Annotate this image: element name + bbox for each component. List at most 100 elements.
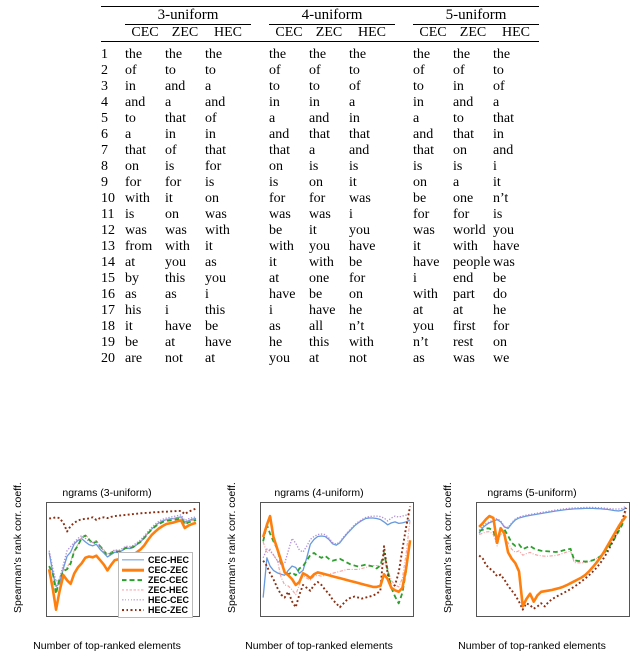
ngram-table-container: 3-uniform 4-uniform 5-uniform CEC ZEC HE… (0, 0, 640, 367)
legend-item[interactable]: HEC-CEC (122, 595, 189, 605)
column-gap (395, 303, 413, 319)
column-gap (395, 127, 413, 143)
x-tick-mark (501, 616, 502, 617)
group-title-3uniform: 3-uniform (125, 6, 251, 25)
header-g2-zec: ZEC (309, 24, 349, 42)
table-cell: his (125, 303, 142, 318)
plot-area: 0.750.800.850.900.9510²10³10⁴ (260, 502, 414, 617)
table-cell: is (269, 175, 279, 190)
table-cell: first (453, 319, 476, 334)
x-tick-mark (341, 616, 342, 617)
table-cell: in (125, 79, 136, 94)
table-cell: of (453, 63, 465, 78)
table-cell: with (269, 239, 294, 254)
series-line-hec-zec (262, 506, 412, 609)
table-cell: you (205, 271, 226, 286)
table-cell: in (453, 79, 464, 94)
table-cell: that (413, 143, 434, 158)
x-tick-mark (310, 616, 311, 617)
series-line-cec-zec (261, 514, 412, 594)
table-cell: for (205, 159, 222, 174)
table-cell: is (309, 159, 319, 174)
legend-swatch-icon (122, 595, 144, 605)
table-cell: i (205, 287, 209, 302)
column-gap (251, 255, 269, 271)
table-row: 11 is on was was was i for for is (101, 207, 539, 223)
table-cell: to (309, 79, 320, 94)
table-cell: is (413, 159, 423, 174)
x-tick-mark (581, 616, 582, 617)
table-cell: was (453, 351, 475, 366)
table-cell: you (269, 351, 290, 366)
column-gap (251, 351, 269, 367)
x-tick-mark (49, 616, 50, 617)
legend-item[interactable]: ZEC-CEC (122, 575, 189, 585)
table-row: 10 with it on for for was be one n’t (101, 191, 539, 207)
x-tick-mark (199, 616, 200, 617)
ngram-table: 3-uniform 4-uniform 5-uniform CEC ZEC HE… (101, 6, 539, 367)
x-tick-mark (371, 616, 372, 617)
column-gap (251, 127, 269, 143)
table-cell: be (125, 335, 139, 350)
table-cell: the (453, 47, 471, 62)
legend-label: CEC-ZEC (148, 565, 188, 575)
table-cell: to (349, 63, 360, 78)
column-gap (251, 143, 269, 159)
table-cell: that (269, 143, 290, 158)
table-cell: be (493, 271, 507, 286)
legend-item[interactable]: CEC-ZEC (122, 565, 189, 575)
table-cell: with (309, 255, 334, 270)
table-cell: he (349, 303, 363, 318)
table-cell: the (349, 47, 367, 62)
x-tick-mark (74, 616, 75, 617)
table-cell: be (309, 287, 323, 302)
legend-item[interactable]: HEC-ZEC (122, 605, 189, 615)
x-tick-mark (552, 616, 553, 617)
table-cell: you (413, 319, 434, 334)
chart-5uniform: ngrams (5-uniform) Spearman's rank corr.… (424, 480, 640, 652)
table-cell: as (125, 287, 137, 302)
table-cell: as (269, 319, 281, 334)
table-cell: end (453, 271, 474, 286)
table-cell: for (309, 191, 326, 206)
table-cell: and (493, 143, 514, 158)
series-layer (261, 506, 412, 609)
row-index: 12 (101, 223, 115, 238)
table-cell: a (205, 79, 212, 94)
table-cell: at (309, 351, 320, 366)
table-cell: world (453, 223, 486, 238)
table-cell: of (413, 63, 425, 78)
x-tick-mark (487, 616, 488, 617)
table-cell: it (493, 175, 501, 190)
x-tick-mark (512, 616, 513, 617)
table-cell: be (269, 223, 283, 238)
x-tick-mark (67, 616, 68, 617)
header-g2-hec: HEC (349, 24, 395, 42)
column-gap (395, 63, 413, 79)
x-tick-mark (510, 616, 511, 617)
table-row: 15 by this you at one for i end be (101, 271, 539, 287)
table-cell: i (269, 303, 273, 318)
table-row: 5 to that of a and in a to that (101, 111, 539, 127)
chart-xlabel: Number of top-ranked elements (245, 640, 393, 652)
table-cell: have (165, 319, 192, 334)
table-row: 14 at you as it with be have people was (101, 255, 539, 271)
table-cell: on (413, 175, 427, 190)
index-header (101, 24, 125, 42)
header-g3-cec: CEC (413, 24, 453, 42)
series-line-zec-cec (262, 523, 411, 605)
legend-item[interactable]: ZEC-HEC (122, 585, 189, 595)
table-cell: for (165, 175, 182, 190)
table-cell: have (309, 303, 336, 318)
group-title-4uniform: 4-uniform (269, 6, 395, 25)
column-gap (395, 239, 413, 255)
table-cell: all (309, 319, 323, 334)
table-cell: this (205, 303, 226, 318)
plot-area: 0.40.60.810²10³10⁴ (476, 502, 630, 617)
x-tick-mark (596, 616, 597, 617)
table-cell: you (165, 255, 186, 270)
chart-title: ngrams (5-uniform) (487, 487, 577, 499)
legend-item[interactable]: CEC-HEC (122, 555, 189, 565)
table-row: 6 a in in and that that and that in (101, 127, 539, 143)
chart-ylabel: Spearman's rank corr. coeff. (226, 482, 238, 613)
